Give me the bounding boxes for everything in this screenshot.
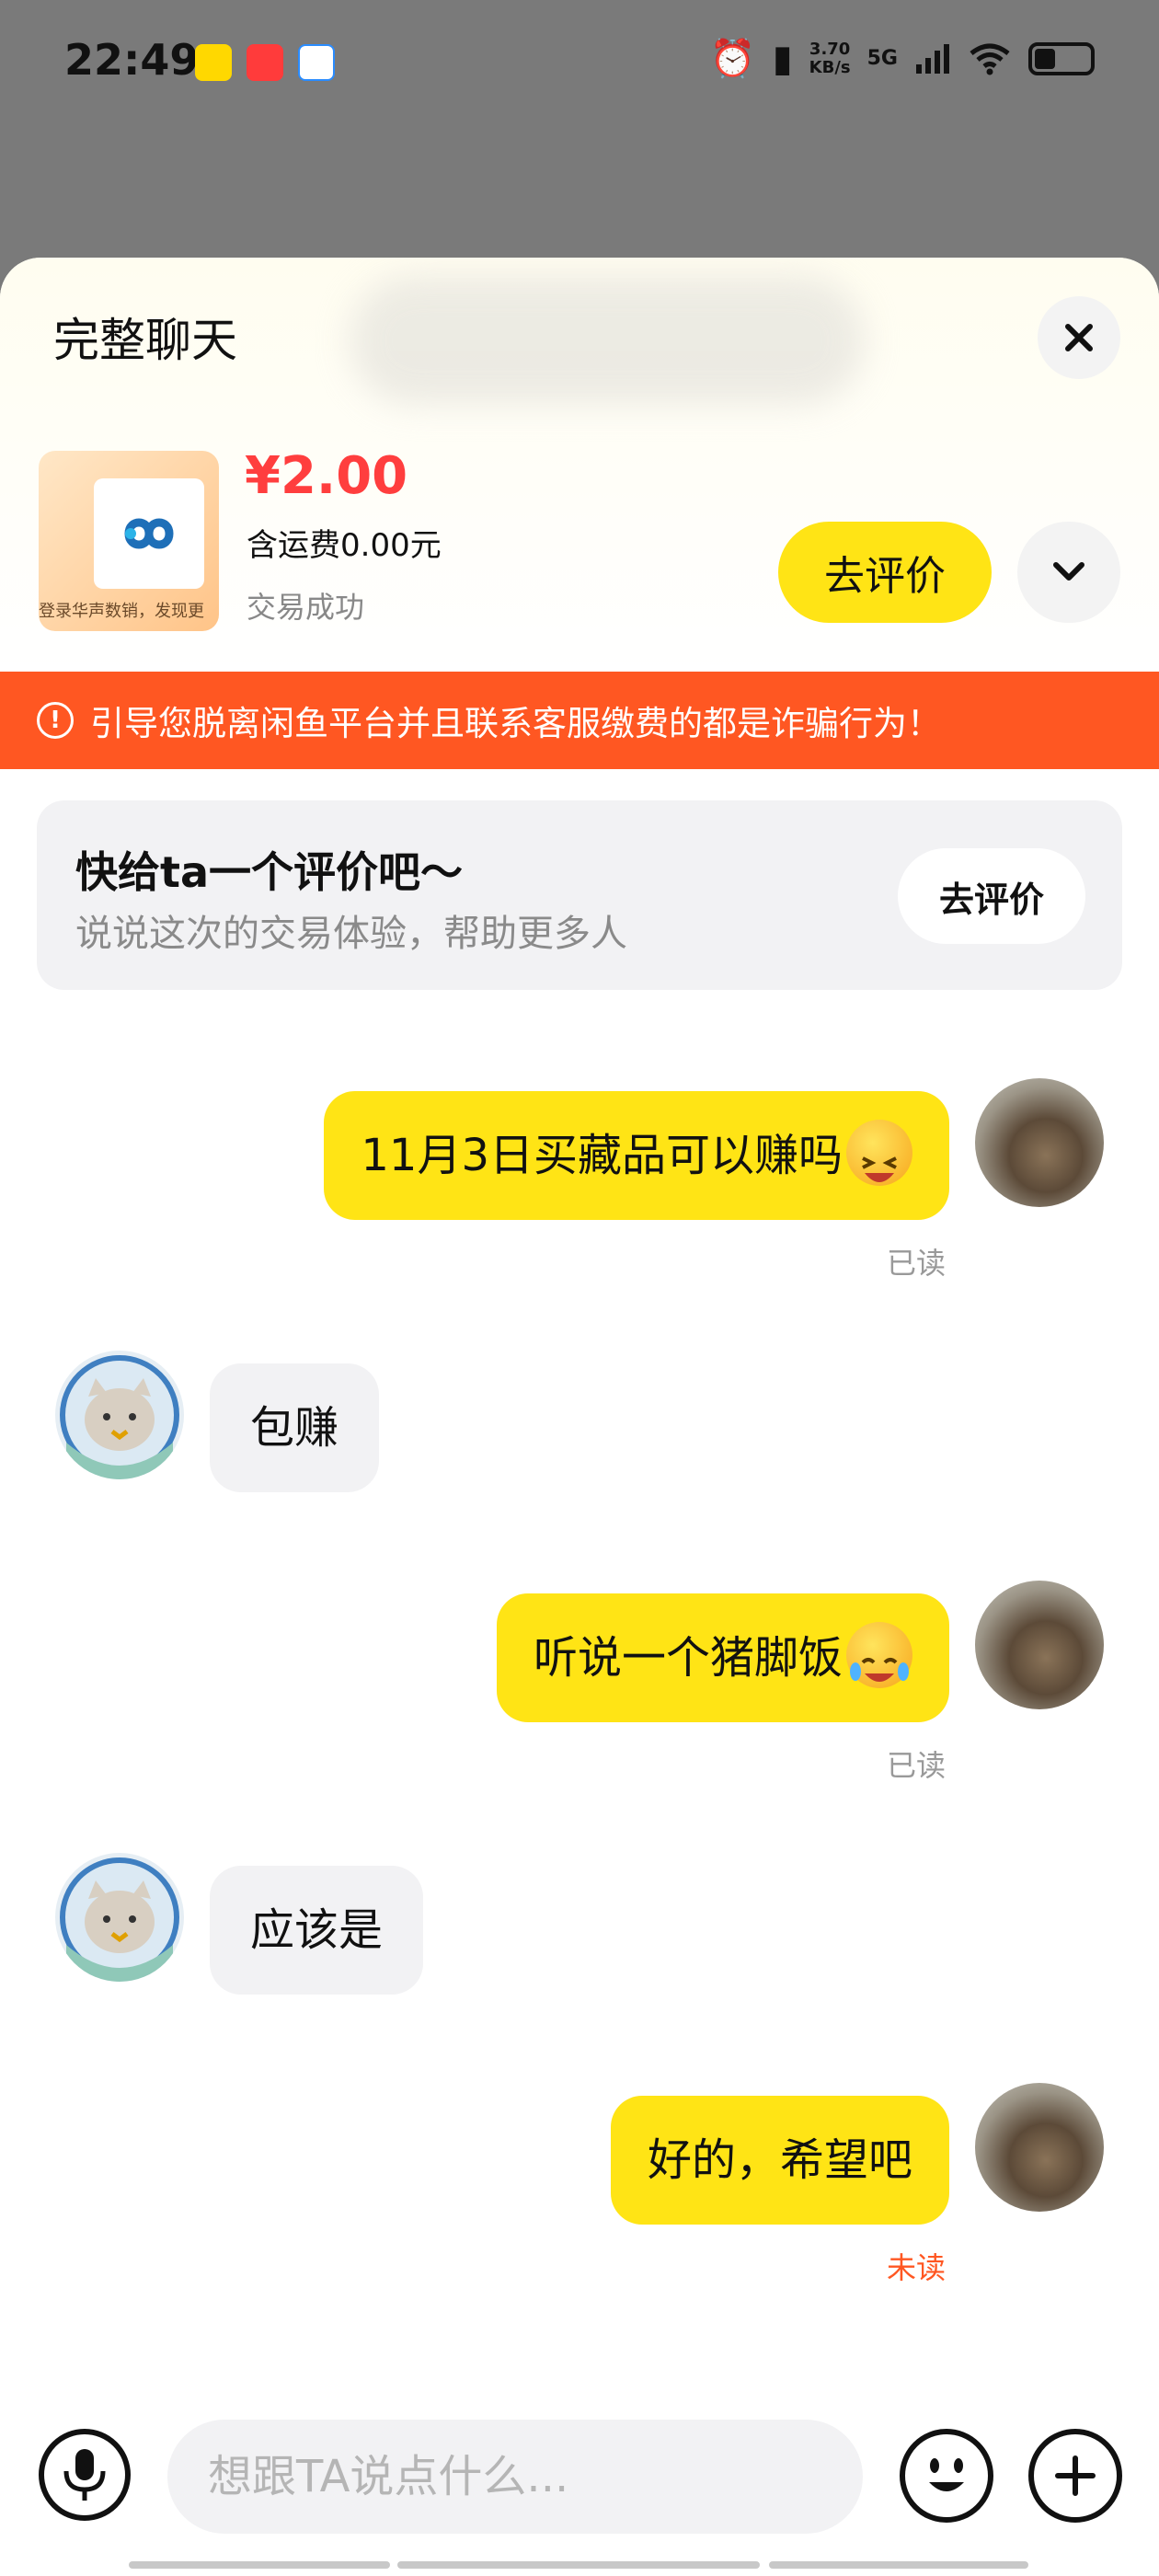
net-speed: 3.70 KB/s — [809, 40, 851, 77]
app-icon-blue — [298, 44, 335, 81]
review-prompt-subtitle: 说说这次的交易体验，帮助更多人 — [75, 913, 627, 955]
chevron-down-icon — [1053, 562, 1084, 581]
seller-avatar-image — [60, 1355, 179, 1479]
close-icon — [1065, 324, 1093, 351]
gesture-bar — [129, 2561, 390, 2569]
review-prompt-card: 快给ta一个评价吧～ 说说这次的交易体验，帮助更多人 去评价 — [37, 800, 1122, 990]
review-card-button[interactable]: 去评价 — [898, 848, 1085, 944]
unread-status: 未读 — [887, 2250, 947, 2285]
status-indicators: ⏰ ▮ 3.70 KB/s 5G — [710, 37, 1095, 80]
product-thumbnail[interactable]: 登录华声数销，发现更 — [39, 451, 219, 631]
network-type: 5G — [866, 47, 898, 70]
gesture-bar — [769, 2561, 1028, 2569]
message-bubble-mine[interactable]: 听说一个猪脚饭 — [496, 1593, 949, 1722]
product-thumb-caption: 登录华声数销，发现更 — [39, 602, 204, 621]
voice-input-button[interactable] — [39, 2429, 131, 2521]
seller-avatar-image — [60, 1857, 179, 1982]
review-button[interactable]: 去评价 — [778, 522, 992, 623]
battery-level — [1035, 48, 1056, 69]
net-speed-unit: KB/s — [809, 57, 851, 77]
status-time: 22:49 — [64, 35, 200, 85]
my-avatar[interactable] — [975, 1078, 1104, 1207]
tears-of-joy-emoji-icon — [846, 1622, 912, 1688]
vibrate-icon: ▮ — [772, 37, 793, 80]
product-logo — [94, 478, 204, 589]
trade-status: 交易成功 — [247, 590, 365, 625]
sheet-title: 完整聊天 — [53, 314, 237, 367]
plus-icon — [1055, 2455, 1096, 2496]
laughing-emoji-icon — [846, 1120, 912, 1186]
message-text: 应该是 — [250, 1904, 384, 1956]
app-icon-yellow — [195, 44, 232, 81]
blurred-username — [350, 276, 865, 405]
message-text: 好的，希望吧 — [647, 2134, 912, 2186]
my-avatar[interactable] — [975, 2083, 1104, 2212]
read-status: 已读 — [887, 1748, 947, 1783]
signal-icon — [916, 43, 949, 74]
app-icon-red — [247, 44, 283, 81]
review-prompt-title: 快给ta一个评价吧～ — [75, 847, 464, 897]
gesture-bar — [397, 2561, 760, 2569]
message-bubble-mine[interactable]: 好的，希望吧 — [610, 2096, 949, 2225]
seller-avatar[interactable] — [55, 1351, 184, 1479]
product-shipping: 含运费0.00元 — [247, 527, 442, 564]
message-text: 包赚 — [250, 1402, 339, 1454]
close-button[interactable] — [1038, 296, 1120, 379]
fraud-warning-text: 引导您脱离闲鱼平台并且联系客服缴费的都是诈骗行为！ — [90, 704, 941, 743]
expand-button[interactable] — [1017, 522, 1120, 623]
message-input[interactable]: 想跟TA说点什么... — [167, 2420, 863, 2534]
message-bubble-mine[interactable]: 11月3日买藏品可以赚吗 — [324, 1091, 949, 1220]
emoji-button[interactable] — [900, 2429, 993, 2523]
message-text: 11月3日买藏品可以赚吗 — [361, 1130, 843, 1181]
product-price: ¥2.00 — [245, 446, 408, 506]
message-bubble-theirs[interactable]: 包赚 — [210, 1363, 380, 1492]
read-status: 已读 — [887, 1246, 947, 1281]
my-avatar[interactable] — [975, 1581, 1104, 1709]
net-speed-value: 3.70 — [809, 39, 851, 59]
alert-icon: ! — [37, 702, 74, 739]
battery-icon — [1028, 41, 1095, 75]
infinity-logo-icon — [124, 518, 174, 549]
more-actions-button[interactable] — [1028, 2429, 1122, 2523]
alarm-icon: ⏰ — [709, 38, 756, 80]
message-bubble-theirs[interactable]: 应该是 — [210, 1866, 424, 1995]
microphone-icon — [63, 2449, 106, 2501]
fraud-warning-banner: ! 引导您脱离闲鱼平台并且联系客服缴费的都是诈骗行为！ — [0, 672, 1159, 769]
seller-avatar[interactable] — [55, 1853, 184, 1982]
wifi-icon — [970, 43, 1010, 75]
status-bar: 22:49 ⏰ ▮ 3.70 KB/s 5G — [0, 0, 1159, 129]
message-text: 听说一个猪脚饭 — [533, 1632, 843, 1684]
emoji-icon — [929, 2458, 964, 2491]
